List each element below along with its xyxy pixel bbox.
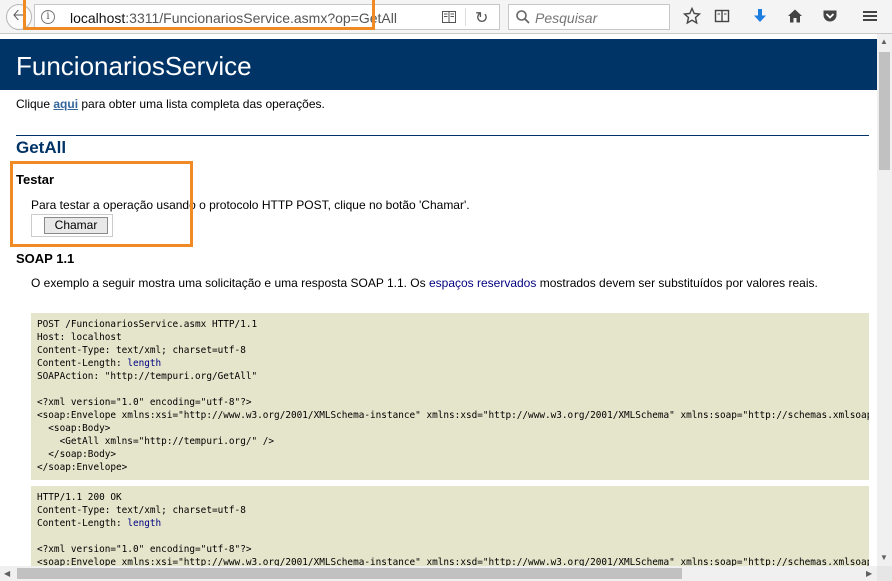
code-line: <soap:Envelope xmlns:xsi="http://www.w3.… — [37, 410, 869, 421]
horizontal-scroll-thumb[interactable] — [17, 568, 682, 579]
url-separator — [465, 8, 466, 26]
star-icon[interactable] — [682, 6, 702, 26]
intro-text: Clique aqui para obter uma lista complet… — [16, 97, 325, 111]
page-content: FuncionariosService Clique aqui para obt… — [0, 34, 877, 566]
soap-heading: SOAP 1.1 — [16, 251, 75, 266]
scrollbar-corner — [877, 566, 892, 581]
section-divider — [16, 135, 869, 136]
page-title: FuncionariosService — [16, 51, 252, 81]
code-line: Content-Length: — [37, 358, 128, 369]
scroll-up-icon[interactable]: ▲ — [880, 37, 888, 46]
vertical-scrollbar[interactable]: ▲ ▼ — [877, 34, 892, 566]
scroll-left-icon[interactable]: ◀ — [4, 569, 10, 578]
soap-request-sample: POST /FuncionariosService.asmx HTTP/1.1 … — [31, 313, 869, 480]
page-header: FuncionariosService — [0, 39, 877, 90]
code-line: HTTP/1.1 200 OK — [37, 492, 122, 503]
placeholder-term: espaços reservados — [428, 276, 537, 290]
soap-description: O exemplo a seguir mostra uma solicitaçã… — [31, 276, 861, 291]
reader-view-icon[interactable] — [442, 11, 456, 23]
code-line: </soap:Envelope> — [37, 462, 128, 473]
vertical-scroll-thumb[interactable] — [879, 52, 890, 170]
code-line: Host: localhost — [37, 332, 122, 343]
code-placeholder: length — [127, 518, 162, 529]
code-line: SOAPAction: "http://tempuri.org/GetAll" — [37, 371, 258, 382]
pocket-icon[interactable] — [820, 6, 840, 26]
code-line: <soap:Body> — [37, 423, 111, 434]
code-line: <GetAll xmlns="http://tempuri.org/" /> — [37, 436, 275, 447]
menu-icon[interactable] — [860, 6, 880, 26]
code-line: <?xml version="1.0" encoding="utf-8"?> — [37, 544, 252, 555]
download-icon[interactable] — [750, 6, 770, 26]
search-placeholder: Pesquisar — [535, 10, 598, 26]
reload-icon[interactable]: ↻ — [475, 8, 488, 28]
soap-response-sample: HTTP/1.1 200 OK Content-Type: text/xml; … — [31, 486, 869, 566]
operation-title: GetAll — [16, 138, 67, 157]
home-icon[interactable] — [785, 6, 805, 26]
reading-list-icon[interactable] — [712, 6, 732, 26]
operations-list-link[interactable]: aqui — [53, 97, 78, 111]
intro-before: Clique — [16, 97, 54, 111]
code-line: Content-Length: — [37, 518, 128, 529]
scroll-right-icon[interactable]: ▶ — [866, 569, 872, 578]
test-highlight-annotation — [10, 161, 193, 247]
url-highlight-annotation — [23, 0, 375, 30]
code-placeholder: length — [127, 358, 162, 369]
code-line: </soap:Body> — [37, 449, 117, 460]
horizontal-scrollbar[interactable]: ◀ ▶ — [0, 566, 877, 581]
search-icon — [516, 10, 530, 24]
search-bar[interactable]: Pesquisar — [508, 4, 670, 30]
scroll-down-icon[interactable]: ▼ — [880, 553, 888, 562]
soap-desc-after: mostrados devem ser substituídos por val… — [536, 276, 818, 290]
intro-after: para obter uma lista completa das operaç… — [78, 97, 325, 111]
code-line: POST /FuncionariosService.asmx HTTP/1.1 — [37, 319, 258, 330]
code-line: <soap:Envelope xmlns:xsi="http://www.w3.… — [37, 557, 869, 566]
soap-desc-before: O exemplo a seguir mostra uma solicitaçã… — [31, 276, 429, 290]
browser-toolbar: 🡠 i localhost:3311/FuncionariosService.a… — [0, 0, 892, 34]
code-line: <?xml version="1.0" encoding="utf-8"?> — [37, 397, 252, 408]
code-line: Content-Type: text/xml; charset=utf-8 — [37, 345, 246, 356]
code-line: Content-Type: text/xml; charset=utf-8 — [37, 505, 246, 516]
